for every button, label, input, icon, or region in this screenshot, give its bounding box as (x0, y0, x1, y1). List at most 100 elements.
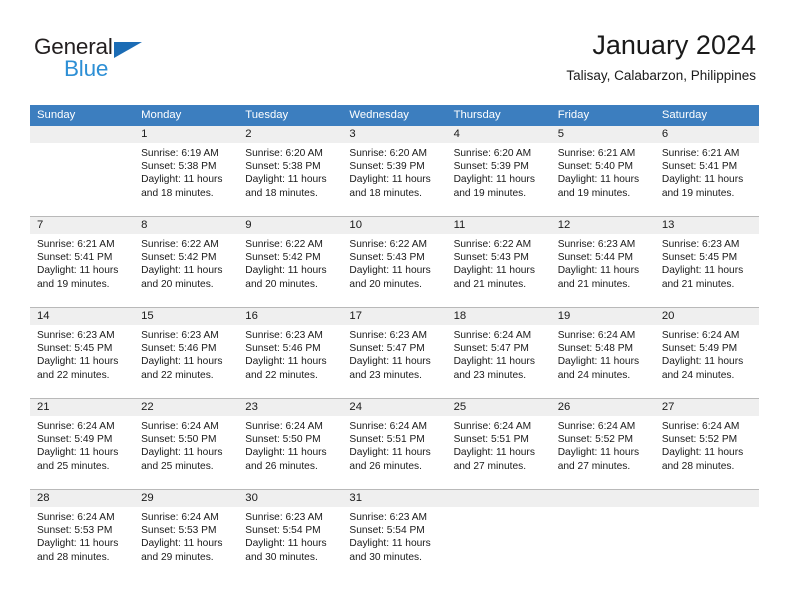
daylight-text-cont: and 20 minutes. (349, 278, 422, 290)
day-cell[interactable]: Sunrise: 6:24 AM Sunset: 5:52 PM Dayligh… (655, 416, 759, 482)
day-number[interactable]: 5 (551, 126, 655, 143)
sunset-text: Sunset: 5:41 PM (661, 161, 738, 173)
day-cell[interactable] (447, 507, 551, 573)
day-cell[interactable]: Sunrise: 6:20 AM Sunset: 5:38 PM Dayligh… (238, 143, 342, 209)
day-number[interactable] (655, 490, 759, 507)
day-number[interactable]: 24 (342, 399, 446, 416)
sunrise-text: Sunrise: 6:21 AM (37, 239, 115, 250)
sunset-text: Sunset: 5:51 PM (453, 434, 529, 446)
day-cell[interactable]: Sunrise: 6:24 AM Sunset: 5:47 PM Dayligh… (447, 325, 551, 391)
day-number[interactable]: 6 (655, 126, 759, 143)
day-number[interactable]: 19 (551, 308, 655, 325)
day-number[interactable] (551, 490, 655, 507)
day-cell[interactable]: Sunrise: 6:24 AM Sunset: 5:50 PM Dayligh… (238, 416, 342, 482)
daylight-text: Daylight: 11 hours (245, 538, 327, 550)
day-cell[interactable]: Sunrise: 6:24 AM Sunset: 5:50 PM Dayligh… (134, 416, 238, 482)
sunrise-text: Sunrise: 6:22 AM (245, 239, 323, 250)
day-cell[interactable]: Sunrise: 6:23 AM Sunset: 5:54 PM Dayligh… (238, 507, 342, 573)
day-number[interactable]: 3 (342, 126, 446, 143)
day-number[interactable]: 4 (447, 126, 551, 143)
day-cell[interactable]: Sunrise: 6:23 AM Sunset: 5:54 PM Dayligh… (342, 507, 446, 573)
day-number[interactable]: 12 (551, 217, 655, 234)
sunrise-text: Sunrise: 6:22 AM (349, 239, 428, 250)
daylight-text: Daylight: 11 hours (245, 265, 327, 277)
day-number[interactable]: 13 (655, 217, 759, 234)
day-number[interactable] (447, 490, 551, 507)
sunset-text: Sunset: 5:48 PM (557, 343, 634, 355)
day-cell[interactable]: Sunrise: 6:22 AM Sunset: 5:42 PM Dayligh… (238, 234, 342, 300)
daylight-text-cont: and 19 minutes. (37, 278, 110, 290)
day-cell[interactable]: Sunrise: 6:24 AM Sunset: 5:52 PM Dayligh… (551, 416, 655, 482)
day-cell[interactable]: Sunrise: 6:22 AM Sunset: 5:43 PM Dayligh… (447, 234, 551, 300)
sunset-text: Sunset: 5:47 PM (349, 343, 425, 355)
day-number[interactable]: 20 (655, 308, 759, 325)
sunrise-text: Sunrise: 6:24 AM (349, 421, 428, 432)
day-number[interactable]: 15 (134, 308, 238, 325)
day-cell[interactable] (551, 507, 655, 573)
day-number[interactable]: 28 (30, 490, 134, 507)
day-number[interactable]: 18 (447, 308, 551, 325)
day-cell[interactable]: Sunrise: 6:24 AM Sunset: 5:53 PM Dayligh… (134, 507, 238, 573)
daylight-text-cont: and 29 minutes. (141, 551, 214, 563)
day-cell[interactable] (655, 507, 759, 573)
day-cell[interactable]: Sunrise: 6:23 AM Sunset: 5:45 PM Dayligh… (655, 234, 759, 300)
daylight-text: Daylight: 11 hours (245, 174, 327, 186)
sunset-text: Sunset: 5:54 PM (349, 525, 425, 537)
day-cell[interactable]: Sunrise: 6:19 AM Sunset: 5:38 PM Dayligh… (134, 143, 238, 209)
day-number[interactable]: 31 (342, 490, 446, 507)
weekday-header-friday: Friday (557, 109, 590, 121)
day-number[interactable]: 17 (342, 308, 446, 325)
day-number[interactable]: 9 (238, 217, 342, 234)
day-cell[interactable]: Sunrise: 6:24 AM Sunset: 5:48 PM Dayligh… (551, 325, 655, 391)
day-number[interactable]: 7 (30, 217, 134, 234)
daylight-text-cont: and 28 minutes. (37, 551, 110, 563)
sunset-text: Sunset: 5:49 PM (37, 434, 113, 446)
day-cell[interactable]: Sunrise: 6:21 AM Sunset: 5:40 PM Dayligh… (551, 143, 655, 209)
day-number[interactable]: 10 (342, 217, 446, 234)
day-number[interactable]: 1 (134, 126, 238, 143)
day-number[interactable]: 8 (134, 217, 238, 234)
day-cell[interactable]: Sunrise: 6:24 AM Sunset: 5:53 PM Dayligh… (30, 507, 134, 573)
day-number[interactable]: 22 (134, 399, 238, 416)
day-number[interactable]: 14 (30, 308, 134, 325)
day-number[interactable]: 29 (134, 490, 238, 507)
sunrise-text: Sunrise: 6:20 AM (349, 148, 428, 159)
day-cell[interactable]: Sunrise: 6:24 AM Sunset: 5:49 PM Dayligh… (655, 325, 759, 391)
day-number[interactable] (30, 126, 134, 143)
day-number[interactable]: 30 (238, 490, 342, 507)
day-cell[interactable]: Sunrise: 6:24 AM Sunset: 5:51 PM Dayligh… (342, 416, 446, 482)
day-cell[interactable]: Sunrise: 6:24 AM Sunset: 5:51 PM Dayligh… (447, 416, 551, 482)
day-cell[interactable]: Sunrise: 6:23 AM Sunset: 5:46 PM Dayligh… (134, 325, 238, 391)
day-cell[interactable]: Sunrise: 6:22 AM Sunset: 5:42 PM Dayligh… (134, 234, 238, 300)
general-blue-logo[interactable]: General Blue (34, 34, 164, 84)
day-cell[interactable]: Sunrise: 6:23 AM Sunset: 5:44 PM Dayligh… (551, 234, 655, 300)
day-cell[interactable]: Sunrise: 6:23 AM Sunset: 5:45 PM Dayligh… (30, 325, 134, 391)
day-number[interactable]: 23 (238, 399, 342, 416)
day-number[interactable]: 25 (447, 399, 551, 416)
sunset-text: Sunset: 5:42 PM (141, 252, 217, 264)
week-day-detail-row: Sunrise: 6:21 AM Sunset: 5:41 PM Dayligh… (30, 234, 759, 300)
calendar-grid: Sunday Monday Tuesday Wednesday Thursday… (30, 105, 759, 573)
week-row: 21 22 23 24 25 26 27 Sunrise: 6:24 AM Su… (30, 398, 759, 482)
sunrise-text: Sunrise: 6:24 AM (661, 330, 740, 341)
day-cell[interactable]: Sunrise: 6:23 AM Sunset: 5:46 PM Dayligh… (238, 325, 342, 391)
sunset-text: Sunset: 5:39 PM (453, 161, 529, 173)
sunrise-text: Sunrise: 6:24 AM (141, 421, 219, 432)
day-cell[interactable]: Sunrise: 6:22 AM Sunset: 5:43 PM Dayligh… (342, 234, 446, 300)
day-number[interactable]: 11 (447, 217, 551, 234)
day-number[interactable]: 27 (655, 399, 759, 416)
week-day-number-row: 28 29 30 31 (30, 490, 759, 507)
day-cell[interactable] (30, 143, 134, 209)
day-cell[interactable]: Sunrise: 6:20 AM Sunset: 5:39 PM Dayligh… (447, 143, 551, 209)
week-row: 1 2 3 4 5 6 Sunrise: 6:19 AM Sunset: 5:3… (30, 126, 759, 209)
day-number[interactable]: 26 (551, 399, 655, 416)
day-number[interactable]: 16 (238, 308, 342, 325)
day-cell[interactable]: Sunrise: 6:23 AM Sunset: 5:47 PM Dayligh… (342, 325, 446, 391)
day-cell[interactable]: Sunrise: 6:20 AM Sunset: 5:39 PM Dayligh… (342, 143, 446, 209)
sunrise-text: Sunrise: 6:19 AM (141, 148, 219, 159)
day-cell[interactable]: Sunrise: 6:24 AM Sunset: 5:49 PM Dayligh… (30, 416, 134, 482)
day-cell[interactable]: Sunrise: 6:21 AM Sunset: 5:41 PM Dayligh… (655, 143, 759, 209)
day-number[interactable]: 21 (30, 399, 134, 416)
day-number[interactable]: 2 (238, 126, 342, 143)
day-cell[interactable]: Sunrise: 6:21 AM Sunset: 5:41 PM Dayligh… (30, 234, 134, 300)
